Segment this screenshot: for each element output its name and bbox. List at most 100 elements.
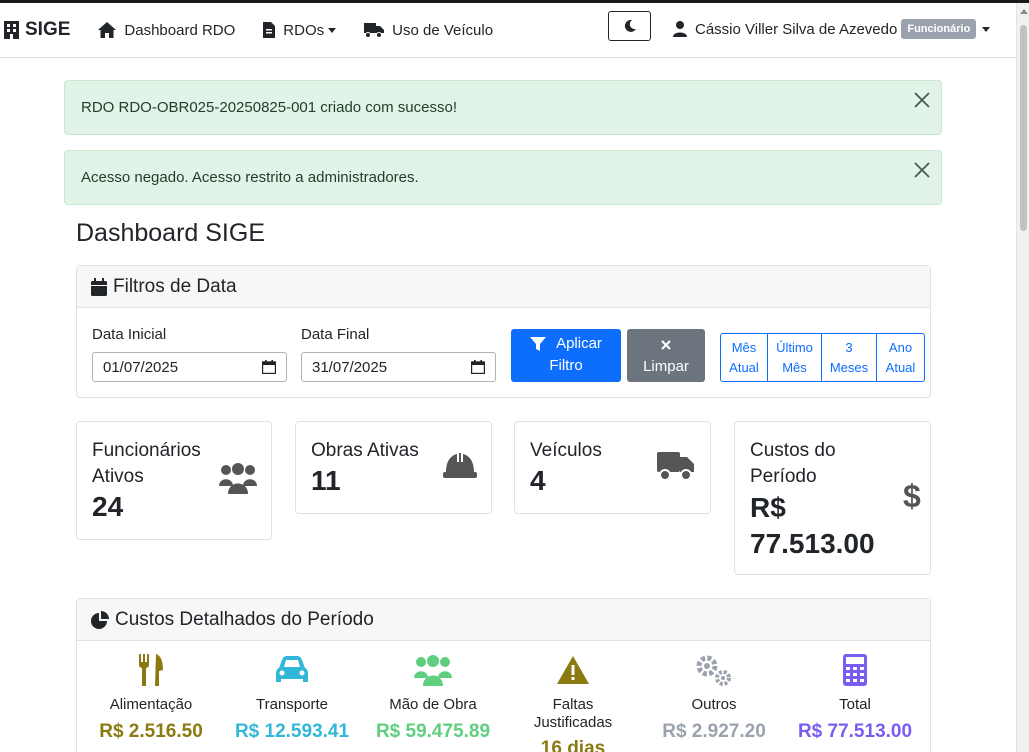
calendar-picker-icon[interactable]	[471, 360, 485, 374]
alert-success: RDO RDO-OBR025-20250825-001 criado com s…	[64, 80, 942, 135]
cost-item-absences: Faltas Justificadas 16 dias	[508, 652, 638, 752]
clear-filter-label: Limpar	[643, 358, 689, 375]
utensils-icon	[139, 654, 163, 686]
cogs-icon	[696, 655, 731, 686]
detailed-costs-title: Custos Detalhados do Período	[115, 608, 374, 630]
truck-icon	[364, 22, 385, 38]
cost-transport-value: R$ 12.593.41	[234, 721, 350, 742]
calendar-icon	[91, 277, 107, 296]
user-menu[interactable]: Cássio Viller Silva de Azevedo Funcionár…	[673, 19, 991, 39]
moon-icon	[624, 19, 636, 32]
scrollbar-thumb[interactable]	[1020, 25, 1027, 231]
cost-others-label: Outros	[691, 696, 737, 713]
preset-line2: Atual	[729, 360, 759, 375]
stat-employees-value: 24	[92, 491, 124, 522]
preset-line1: Último	[776, 340, 813, 355]
users-icon	[219, 463, 257, 494]
stat-card-costs: Custos do Período R$ 77.513.00 $	[734, 421, 931, 575]
nav-rdos-dropdown[interactable]: RDOs	[263, 21, 337, 39]
brand-label: SIGE	[25, 19, 71, 40]
page-title: Dashboard SIGE	[76, 219, 265, 247]
filter-icon	[530, 336, 547, 351]
cost-absences-value: 16 dias	[540, 738, 606, 752]
cost-item-food: Alimentação R$ 2.516.50	[86, 652, 216, 743]
apply-filter-line1: Aplicar	[556, 335, 602, 352]
apply-filter-button[interactable]: Aplicar Filtro	[511, 329, 621, 382]
preset-3-months[interactable]: 3 Meses	[822, 334, 877, 381]
cost-food-label: Alimentação	[109, 696, 193, 713]
stat-employees-line1: Funcionários	[92, 440, 201, 461]
stat-card-works: Obras Ativas 11	[295, 421, 492, 514]
clear-filter-button[interactable]: Limpar	[627, 329, 705, 382]
stat-card-vehicles: Veículos 4	[514, 421, 711, 514]
preset-line2: Meses	[829, 360, 869, 375]
stat-works-value: 11	[311, 465, 341, 496]
preset-last-month[interactable]: Último Mês	[768, 334, 822, 381]
stat-costs-line2: Período	[750, 466, 817, 487]
end-date-input[interactable]: 31/07/2025	[301, 352, 496, 382]
stat-costs-currency: R$	[750, 492, 786, 523]
cost-absences-line2: Justificadas	[533, 714, 613, 731]
cost-transport-label: Transporte	[256, 696, 328, 713]
start-date-input[interactable]: 01/07/2025	[92, 352, 287, 382]
stat-vehicles-value: 4	[530, 465, 546, 496]
alert-success-text: RDO RDO-OBR025-20250825-001 criado com s…	[81, 99, 458, 116]
user-name: Cássio Viller Silva de Azevedo	[695, 20, 898, 38]
cost-item-total: Total R$ 77.513.00	[790, 652, 920, 743]
brand[interactable]: SIGE	[4, 19, 70, 41]
end-date-label: Data Final	[301, 326, 370, 343]
user-icon	[673, 21, 687, 37]
scrollbar[interactable]	[1016, 3, 1029, 752]
stat-employees-title: Funcionários Ativos	[92, 438, 201, 490]
nav-dashboard-rdo[interactable]: Dashboard RDO	[98, 22, 235, 39]
stat-costs-amount: 77.513.00	[750, 528, 875, 559]
date-preset-group: Mês Atual Último Mês 3 Meses Ano Atual	[720, 333, 925, 382]
preset-line2: Mês	[782, 360, 807, 375]
start-date-value: 01/07/2025	[103, 358, 179, 376]
cost-labor-label: Mão de Obra	[389, 696, 477, 713]
stat-costs-value: R$ 77.513.00	[750, 490, 875, 562]
car-icon	[276, 656, 308, 682]
hard-hat-icon	[443, 453, 477, 478]
truck-icon	[657, 452, 694, 481]
warning-triangle-icon	[557, 656, 589, 684]
calendar-picker-icon[interactable]	[262, 360, 276, 374]
preset-line1: Mês	[731, 340, 757, 355]
stat-vehicles-title: Veículos	[530, 440, 602, 461]
chevron-down-icon	[982, 26, 991, 32]
alert-access-denied-text: Acesso negado. Acesso restrito a adminis…	[81, 169, 419, 186]
close-icon[interactable]	[913, 91, 931, 109]
close-icon[interactable]	[913, 161, 931, 179]
nav-uso-veiculo[interactable]: Uso de Veículo	[364, 22, 493, 39]
theme-toggle-button[interactable]	[608, 11, 651, 41]
stat-employees-line2: Ativos	[92, 466, 144, 487]
close-icon	[661, 340, 671, 350]
user-role-badge: Funcionário	[901, 19, 977, 39]
preset-line2: Atual	[885, 360, 916, 375]
preset-current-month[interactable]: Mês Atual	[721, 334, 768, 381]
cost-total-value: R$ 77.513.00	[797, 721, 913, 742]
stat-costs-line1: Custos do	[750, 440, 836, 461]
preset-line1: 3	[845, 340, 853, 355]
scroll-up-arrow-icon[interactable]	[1020, 9, 1028, 14]
calculator-icon	[843, 654, 867, 686]
filters-card: Filtros de Data Data Inicial 01/07/2025 …	[76, 265, 931, 398]
preset-current-year[interactable]: Ano Atual	[877, 334, 924, 381]
pie-chart-icon	[91, 610, 109, 629]
alert-access-denied: Acesso negado. Acesso restrito a adminis…	[64, 150, 942, 205]
filters-card-header: Filtros de Data	[77, 266, 930, 308]
filters-title: Filtros de Data	[113, 275, 237, 297]
start-date-label: Data Inicial	[92, 326, 167, 343]
detailed-costs-header: Custos Detalhados do Período	[77, 599, 930, 641]
nav-dashboard-rdo-label: Dashboard RDO	[124, 21, 236, 39]
cost-item-others: Outros R$ 2.927.20	[649, 652, 779, 743]
navbar: SIGE Dashboard RDO RDOs Uso de Veículo C…	[0, 3, 1016, 58]
file-icon	[263, 22, 276, 38]
stat-card-employees: Funcionários Ativos 24	[76, 421, 272, 540]
cost-absences-label: Faltas Justificadas	[508, 696, 638, 732]
cost-item-transport: Transporte R$ 12.593.41	[227, 652, 357, 743]
nav-rdos-label: RDOs	[283, 21, 325, 39]
dollar-icon: $	[903, 478, 921, 514]
end-date-value: 31/07/2025	[312, 358, 388, 376]
cost-labor-value: R$ 59.475.89	[375, 721, 491, 742]
